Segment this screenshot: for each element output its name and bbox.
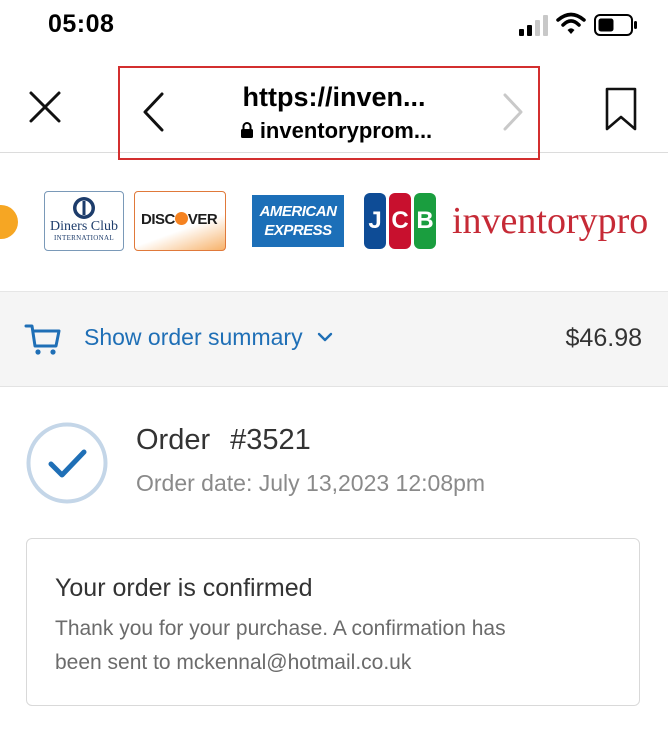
confirmation-card: Your order is confirmed Thank you for yo… <box>26 538 640 706</box>
wifi-icon <box>556 12 586 34</box>
order-total: $46.98 <box>565 324 642 352</box>
page-title: https://inven... <box>242 82 426 112</box>
show-order-summary-toggle[interactable]: Show order summary <box>84 324 333 351</box>
amex-line2: EXPRESS <box>264 222 332 239</box>
diners-title: Diners Club <box>49 219 119 234</box>
discover-dot-icon <box>174 212 188 225</box>
payment-logos-banner: Diners Club INTERNATIONAL DISC VER AMERIC… <box>0 153 668 292</box>
battery-icon <box>594 14 637 36</box>
confirmation-line-1: Thank you for your purchase. A confirmat… <box>55 617 506 640</box>
chevron-left-icon[interactable] <box>140 90 166 134</box>
summary-toggle-label: Show order summary <box>84 324 303 350</box>
jcb-logo: J C B <box>364 193 436 249</box>
diners-mark-icon <box>73 197 95 219</box>
jcb-j: J <box>364 193 386 249</box>
discover-wordmark: DISC VER <box>141 211 218 228</box>
status-time: 05:08 <box>48 10 115 38</box>
confirmation-line-2: been sent to mckennal@hotmail.co.uk <box>55 651 412 674</box>
confirmation-heading: Your order is confirmed <box>55 574 313 602</box>
jcb-b: B <box>414 193 436 249</box>
discover-suffix: VER <box>187 211 218 228</box>
signal-icon <box>519 15 548 36</box>
check-circle-icon <box>26 422 108 504</box>
diners-subtitle: INTERNATIONAL <box>54 234 114 242</box>
status-bar: 05:08 <box>0 0 668 52</box>
order-label: Order <box>136 424 211 456</box>
lock-icon <box>240 122 253 138</box>
confirmation-message: Thank you for your purchase. A confirmat… <box>55 612 625 680</box>
url-host: inventoryprom... <box>176 118 496 144</box>
cart-icon <box>24 324 61 355</box>
discover-prefix: DISC <box>141 211 175 228</box>
address-bar[interactable]: https://inven... inventoryprom... <box>118 66 540 160</box>
close-icon[interactable] <box>24 86 66 128</box>
browser-nav-bar: https://inven... inventoryprom... <box>0 52 668 160</box>
mastercard-logo-partial <box>0 205 18 239</box>
jcb-c: C <box>389 193 411 249</box>
diners-club-logo: Diners Club INTERNATIONAL <box>44 191 124 251</box>
chevron-right-icon <box>503 93 523 131</box>
order-date: Order date: July 13,2023 12:08pm <box>136 470 485 497</box>
order-title: Order #3521 <box>136 424 311 457</box>
store-logo: inventorypro <box>452 200 649 242</box>
discover-logo: DISC VER <box>134 191 226 251</box>
order-date-value: July 13,2023 12:08pm <box>258 470 486 496</box>
bookmark-icon[interactable] <box>604 86 638 132</box>
order-number: #3521 <box>230 424 311 456</box>
order-date-label: Order date: <box>136 470 253 496</box>
order-summary-bar[interactable]: Show order summary $46.98 <box>0 292 668 387</box>
chevron-down-icon <box>317 332 332 342</box>
amex-logo: AMERICAN EXPRESS <box>252 195 344 247</box>
amex-line1: AMERICAN <box>259 203 337 220</box>
url-host-text: inventoryprom... <box>259 118 433 143</box>
